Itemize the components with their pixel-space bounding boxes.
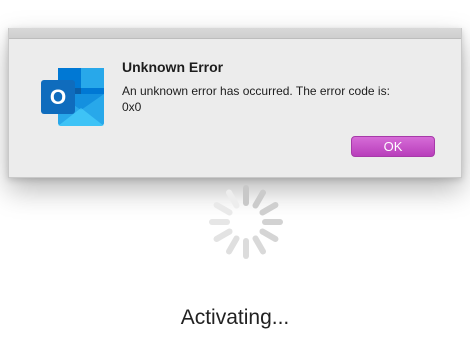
spinner-spoke xyxy=(226,235,240,255)
ok-button[interactable]: OK xyxy=(351,136,435,157)
dialog-message: An unknown error has occurred. The error… xyxy=(122,84,390,114)
spinner-spoke xyxy=(252,235,266,255)
dialog-titlebar xyxy=(9,28,461,39)
spinner-icon xyxy=(208,184,284,260)
spinner-spoke xyxy=(252,189,266,209)
spinner-spoke xyxy=(213,228,233,242)
outlook-icon-letter: O xyxy=(50,86,66,109)
outlook-icon: O xyxy=(38,66,108,128)
spinner-spoke xyxy=(259,228,279,242)
spinner-spoke xyxy=(226,189,240,209)
status-text: Activating... xyxy=(180,306,290,329)
spinner-spoke xyxy=(213,202,233,216)
spinner-spoke xyxy=(259,202,279,216)
error-alert-dialog: O Unknown Error An unknown error has occ… xyxy=(8,28,462,178)
activation-screen: O Unknown Error An unknown error has occ… xyxy=(0,0,470,347)
dialog-title: Unknown Error xyxy=(122,59,224,75)
